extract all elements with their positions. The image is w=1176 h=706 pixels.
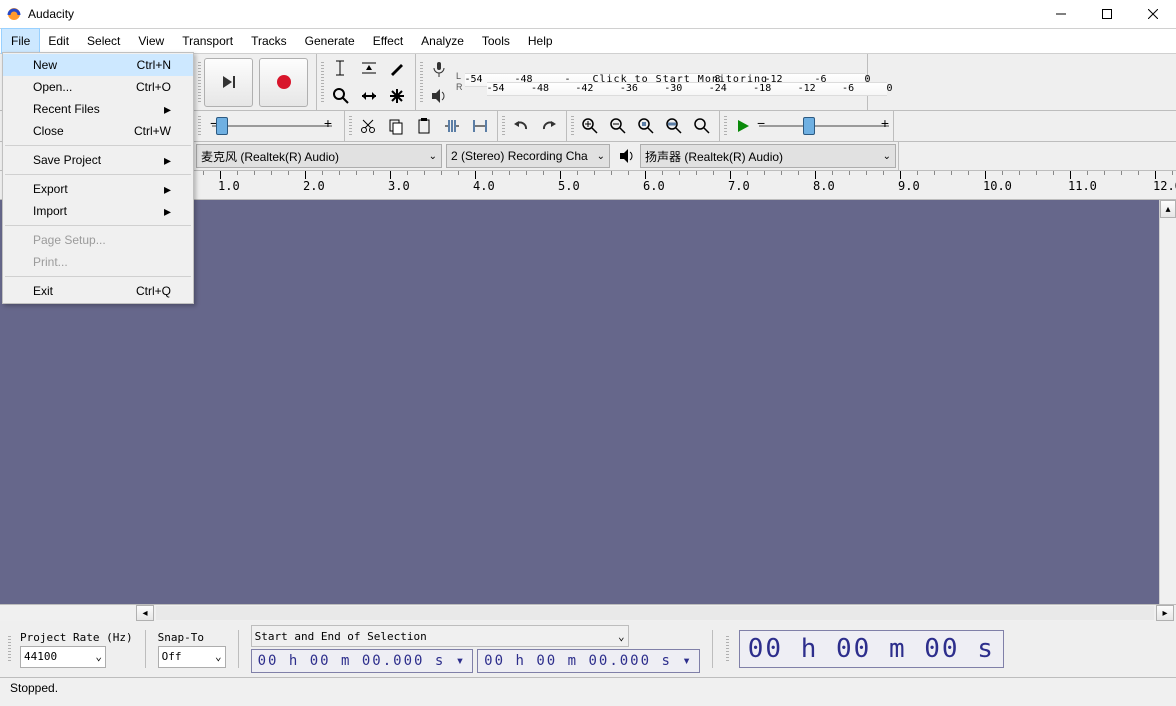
speaker-icon[interactable]	[426, 83, 452, 109]
scroll-left-arrow[interactable]: ◂	[136, 605, 154, 621]
toolbar-grip[interactable]	[6, 630, 12, 668]
undo-icon[interactable]	[508, 113, 534, 139]
play-at-speed-icon[interactable]	[730, 113, 756, 139]
playback-meter[interactable]: -54-48-42-36-30-24-18-12-60	[487, 82, 887, 96]
zoom-tool-icon[interactable]	[328, 83, 354, 109]
file-menu-dropdown: NewCtrl+N Open...Ctrl+O Recent Files▸ Cl…	[2, 52, 194, 304]
meter-l-label: L	[456, 71, 463, 82]
titlebar: Audacity	[0, 0, 1176, 29]
envelope-tool-icon[interactable]	[356, 55, 382, 81]
window-close[interactable]	[1130, 0, 1176, 28]
playback-device-dropdown[interactable]: 扬声器 (Realtek(R) Audio)⌄	[640, 144, 896, 168]
audio-position-time[interactable]: 00 h 00 m 00 s	[739, 630, 1004, 668]
zoom-out-icon[interactable]	[605, 113, 631, 139]
menu-analyze[interactable]: Analyze	[412, 29, 473, 53]
draw-tool-icon[interactable]	[384, 55, 410, 81]
selection-tool-icon[interactable]	[328, 55, 354, 81]
menu-tools[interactable]: Tools	[473, 29, 519, 53]
zoom-in-icon[interactable]	[577, 113, 603, 139]
window-title: Audacity	[28, 7, 74, 21]
menu-effect[interactable]: Effect	[364, 29, 412, 53]
window-maximize[interactable]	[1084, 0, 1130, 28]
multi-tool-icon[interactable]	[384, 83, 410, 109]
window-minimize[interactable]	[1038, 0, 1084, 28]
timeshift-tool-icon[interactable]	[356, 83, 382, 109]
menu-edit[interactable]: Edit	[39, 29, 78, 53]
file-save-project[interactable]: Save Project▸	[3, 149, 193, 171]
volume-slider[interactable]: −+	[212, 113, 332, 139]
menu-generate[interactable]: Generate	[296, 29, 364, 53]
file-close[interactable]: CloseCtrl+W	[3, 120, 193, 142]
scroll-up-arrow[interactable]: ▴	[1160, 200, 1176, 218]
recording-channels-dropdown[interactable]: 2 (Stereo) Recording Cha⌄	[446, 144, 610, 168]
copy-icon[interactable]	[383, 113, 409, 139]
file-page-setup[interactable]: Page Setup...	[3, 229, 193, 251]
menu-select[interactable]: Select	[78, 29, 129, 53]
speaker-device-icon	[614, 143, 640, 169]
record-button[interactable]	[259, 58, 308, 107]
recording-device-dropdown[interactable]: 麦克风 (Realtek(R) Audio)⌄	[196, 144, 442, 168]
file-recent[interactable]: Recent Files▸	[3, 98, 193, 120]
file-new[interactable]: NewCtrl+N	[3, 54, 193, 76]
paste-icon[interactable]	[411, 113, 437, 139]
play-speed-slider[interactable]: −+	[759, 113, 889, 139]
selection-end-time[interactable]: 00 h 00 m 00.000 s ▾	[477, 649, 700, 673]
status-text: Stopped.	[10, 681, 58, 695]
menu-view[interactable]: View	[129, 29, 173, 53]
selection-start-time[interactable]: 00 h 00 m 00.000 s ▾	[251, 649, 474, 673]
trim-icon[interactable]	[439, 113, 465, 139]
mic-icon[interactable]	[426, 56, 452, 82]
menubar: File Edit Select View Transport Tracks G…	[0, 29, 1176, 54]
file-print[interactable]: Print...	[3, 251, 193, 273]
status-bar: Stopped.	[0, 677, 1176, 698]
toolbar-grip[interactable]	[725, 630, 731, 668]
menu-tracks[interactable]: Tracks	[242, 29, 296, 53]
menu-transport[interactable]: Transport	[173, 29, 242, 53]
file-exit[interactable]: ExitCtrl+Q	[3, 280, 193, 302]
horizontal-scrollbar[interactable]: ◂ ▸	[0, 604, 1176, 621]
menu-file[interactable]: File	[2, 29, 39, 53]
project-rate-label: Project Rate (Hz)	[20, 631, 133, 644]
scroll-right-arrow[interactable]: ▸	[1156, 605, 1174, 621]
zoom-toggle-icon[interactable]	[689, 113, 715, 139]
silence-icon[interactable]	[467, 113, 493, 139]
snap-to-dropdown[interactable]: Off⌄	[158, 646, 226, 668]
fit-selection-icon[interactable]	[633, 113, 659, 139]
snap-to-label: Snap-To	[158, 631, 226, 644]
file-export[interactable]: Export▸	[3, 178, 193, 200]
meter-r-label: R	[456, 82, 463, 93]
fit-project-icon[interactable]	[661, 113, 687, 139]
vertical-scrollbar[interactable]: ▴	[1159, 200, 1176, 604]
cut-icon[interactable]	[355, 113, 381, 139]
app-icon	[6, 6, 22, 22]
redo-icon[interactable]	[536, 113, 562, 139]
menu-help[interactable]: Help	[519, 29, 562, 53]
skip-end-button[interactable]	[204, 58, 253, 107]
file-import[interactable]: Import▸	[3, 200, 193, 222]
project-rate-dropdown[interactable]: 44100⌄	[20, 646, 106, 668]
selection-toolbar: Project Rate (Hz) 44100⌄ Snap-To Off⌄ St…	[0, 621, 1176, 677]
file-open[interactable]: Open...Ctrl+O	[3, 76, 193, 98]
selection-mode-dropdown[interactable]: Start and End of Selection⌄	[251, 625, 629, 647]
